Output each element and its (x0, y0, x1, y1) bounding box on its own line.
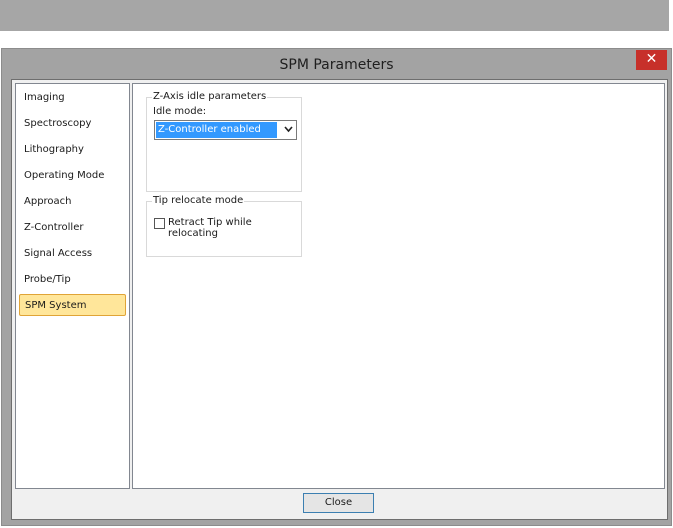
category-list: Imaging Spectroscopy Lithography Operati… (15, 83, 130, 489)
nav-item-lithography[interactable]: Lithography (19, 139, 126, 161)
retract-tip-label[interactable]: Retract Tip while relocating (168, 217, 301, 239)
chevron-down-icon (284, 123, 293, 136)
nav-item-probe-tip[interactable]: Probe/Tip (19, 269, 126, 291)
settings-panel: Z-Axis idle parameters Idle mode: Z-Cont… (132, 83, 665, 489)
dialog-client-area: Imaging Spectroscopy Lithography Operati… (11, 79, 668, 520)
close-button[interactable]: Close (303, 493, 374, 513)
tip-relocate-group: Tip relocate mode Retract Tip while relo… (146, 195, 302, 257)
z-axis-idle-group: Z-Axis idle parameters Idle mode: Z-Cont… (146, 91, 302, 192)
nav-item-spm-system[interactable]: SPM System (19, 294, 126, 316)
idle-mode-select[interactable]: Z-Controller enabled (154, 120, 297, 140)
nav-item-imaging[interactable]: Imaging (19, 87, 126, 109)
nav-item-operating-mode[interactable]: Operating Mode (19, 165, 126, 187)
nav-item-approach[interactable]: Approach (19, 191, 126, 213)
idle-mode-label: Idle mode: (153, 106, 207, 117)
nav-item-spectroscopy[interactable]: Spectroscopy (19, 113, 126, 135)
dialog-title: SPM Parameters (279, 57, 394, 73)
close-icon: ✕ (645, 51, 658, 67)
close-window-button[interactable]: ✕ (636, 50, 667, 70)
title-bar: SPM Parameters ✕ (2, 49, 671, 81)
tip-relocate-legend: Tip relocate mode (152, 195, 245, 207)
nav-item-z-controller[interactable]: Z-Controller (19, 217, 126, 239)
dialog-footer: Close (12, 489, 667, 519)
spm-parameters-dialog: SPM Parameters ✕ Imaging Spectroscopy Li… (1, 48, 672, 526)
z-axis-idle-legend: Z-Axis idle parameters (152, 91, 268, 103)
retract-tip-checkbox[interactable] (154, 218, 165, 229)
background-bar (0, 0, 669, 31)
nav-item-signal-access[interactable]: Signal Access (19, 243, 126, 265)
idle-mode-value: Z-Controller enabled (156, 122, 277, 138)
